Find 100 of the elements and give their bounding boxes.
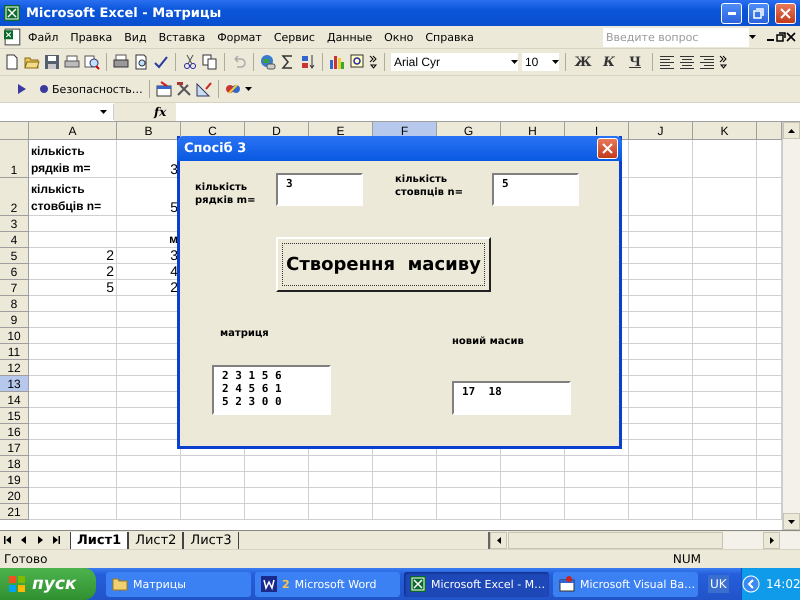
- menu-item[interactable]: Сервис: [268, 28, 321, 46]
- row-header[interactable]: 11: [0, 344, 29, 360]
- play-icon[interactable]: [18, 84, 26, 94]
- security-button[interactable]: Безопасность…: [52, 82, 143, 96]
- create-array-button[interactable]: Створення масиву: [276, 237, 491, 292]
- more-icon[interactable]: [369, 55, 378, 69]
- form-icon[interactable]: [559, 576, 575, 592]
- menu-item[interactable]: Правка: [64, 28, 118, 46]
- row-header[interactable]: 17: [0, 440, 29, 456]
- font-select[interactable]: Arial Cyr: [391, 53, 518, 71]
- result-field[interactable]: 17 18: [452, 381, 571, 415]
- more-icon[interactable]: [719, 55, 728, 69]
- chart-icon[interactable]: [329, 54, 345, 70]
- horizontal-scrollbar[interactable]: [488, 532, 800, 548]
- taskbar-button[interactable]: Microsoft Visual Ba…: [553, 572, 698, 596]
- row-header[interactable]: 7: [0, 280, 29, 296]
- row-header[interactable]: 13: [0, 376, 29, 392]
- menu-item[interactable]: Файл: [22, 28, 64, 46]
- matrix-field[interactable]: 2 3 1 5 6 2 4 5 6 1 5 2 3 0 0: [212, 365, 331, 415]
- close-button[interactable]: [597, 138, 618, 159]
- spellcheck-icon[interactable]: [153, 54, 169, 70]
- row-header[interactable]: 16: [0, 424, 29, 440]
- printer-icon[interactable]: [64, 54, 80, 70]
- tools-icon[interactable]: [176, 81, 192, 97]
- caret-icon[interactable]: [552, 60, 559, 64]
- row-header[interactable]: 1: [0, 140, 29, 178]
- excel-icon[interactable]: [410, 576, 426, 592]
- menu-item[interactable]: Вставка: [152, 28, 212, 46]
- help-icon[interactable]: [349, 54, 365, 70]
- scissors-icon[interactable]: [182, 54, 198, 70]
- menu-item[interactable]: Данные: [320, 28, 378, 46]
- new-document-icon[interactable]: [4, 54, 20, 70]
- row-header[interactable]: 4: [0, 232, 29, 248]
- caret-icon[interactable]: [244, 87, 252, 91]
- taskbar-button[interactable]: 2 Microsoft Word: [255, 572, 400, 596]
- row-header[interactable]: 6: [0, 264, 29, 280]
- scroll-left-button[interactable]: [490, 532, 507, 548]
- sheet-tab[interactable]: Лист3: [183, 532, 239, 548]
- scroll-down-button[interactable]: [783, 513, 800, 530]
- input-field[interactable]: 5: [492, 173, 579, 206]
- workbook-icon[interactable]: [4, 28, 22, 46]
- align-right-icon[interactable]: [699, 54, 715, 70]
- row-header[interactable]: 20: [0, 488, 29, 504]
- word-icon[interactable]: [261, 576, 277, 592]
- row-header[interactable]: 3: [0, 216, 29, 232]
- row-header[interactable]: 15: [0, 408, 29, 424]
- restore-button[interactable]: [748, 2, 769, 24]
- caret-icon[interactable]: [511, 60, 518, 64]
- row-header[interactable]: 12: [0, 360, 29, 376]
- row-header[interactable]: 18: [0, 456, 29, 472]
- scroll-thumb[interactable]: [508, 532, 723, 548]
- font-size-select[interactable]: 10: [522, 53, 559, 71]
- menu-item[interactable]: Формат: [211, 28, 268, 46]
- column-header[interactable]: J: [629, 122, 693, 140]
- globe-icon[interactable]: [260, 54, 276, 70]
- restore-icon[interactable]: [776, 32, 786, 42]
- question-field[interactable]: Введите вопрос: [603, 28, 749, 46]
- floppy-icon[interactable]: [44, 54, 60, 70]
- menu-item[interactable]: Окно: [378, 28, 420, 46]
- row-header[interactable]: 21: [0, 504, 29, 520]
- dropdown-icon[interactable]: [100, 110, 107, 114]
- row-header[interactable]: 2: [0, 178, 29, 216]
- print-preview-icon[interactable]: [133, 54, 149, 70]
- scroll-up-button[interactable]: [783, 122, 800, 139]
- close-icon[interactable]: [786, 32, 796, 42]
- function-button[interactable]: fx: [114, 103, 176, 121]
- sheet-tab[interactable]: Лист2: [128, 532, 184, 548]
- form-icon[interactable]: [156, 81, 172, 97]
- printer-icon[interactable]: [113, 54, 129, 70]
- copy-icon[interactable]: [202, 54, 218, 70]
- row-header[interactable]: 9: [0, 312, 29, 328]
- row-header[interactable]: 19: [0, 472, 29, 488]
- align-left-icon[interactable]: [659, 54, 675, 70]
- folder-icon[interactable]: [112, 576, 128, 592]
- dropdown-icon[interactable]: [749, 35, 756, 39]
- style-button[interactable]: Ж: [572, 52, 594, 72]
- excel-icon[interactable]: [4, 5, 20, 21]
- scroll-right-button[interactable]: [763, 532, 780, 548]
- taskbar-button[interactable]: Матрицы: [106, 572, 251, 596]
- row-header[interactable]: 5: [0, 248, 29, 264]
- menu-item[interactable]: Справка: [419, 28, 480, 46]
- row-header[interactable]: 10: [0, 328, 29, 344]
- input-field[interactable]: 3: [276, 173, 363, 206]
- column-header[interactable]: K: [693, 122, 757, 140]
- expand-tray-icon[interactable]: [742, 575, 760, 593]
- column-header[interactable]: A: [29, 122, 117, 140]
- row-header[interactable]: 14: [0, 392, 29, 408]
- record-icon[interactable]: [40, 85, 48, 93]
- align-center-icon[interactable]: [679, 54, 695, 70]
- column-header[interactable]: B: [117, 122, 181, 140]
- row-header[interactable]: 8: [0, 296, 29, 312]
- menu-item[interactable]: Вид: [118, 28, 153, 46]
- minimize-button[interactable]: [721, 2, 742, 24]
- style-button[interactable]: К: [598, 52, 620, 72]
- close-button[interactable]: [775, 2, 796, 24]
- sort-icon[interactable]: [300, 54, 316, 70]
- language-indicator[interactable]: UK: [708, 575, 729, 593]
- style-button[interactable]: Ч: [624, 52, 646, 72]
- magnifier-icon[interactable]: [84, 54, 100, 70]
- sheet-tab[interactable]: Лист1: [70, 532, 128, 548]
